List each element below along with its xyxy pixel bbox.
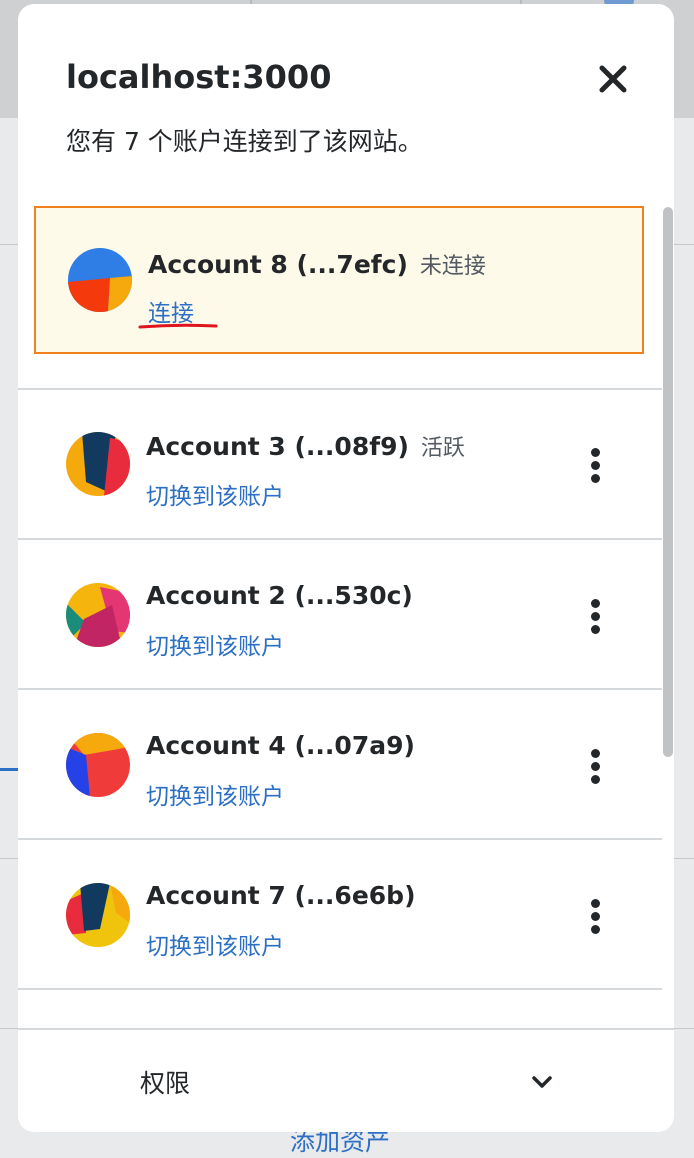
footer-divider (18, 1028, 674, 1030)
account-avatar (66, 583, 130, 647)
account-options-icon[interactable] (583, 448, 607, 488)
modal-title: localhost:3000 (66, 58, 332, 96)
switch-account-link[interactable]: 切换到该账户 (146, 627, 284, 661)
account-name: Account 2 (...530c) (146, 581, 413, 610)
modal-subtitle: 您有 7 个账户连接到了该网站。 (66, 127, 423, 156)
connected-accounts-modal: localhost:3000 您有 7 个账户连接到了该网站。 Account … (18, 4, 674, 1132)
account-name-text: Account 8 (...7efc) (148, 250, 408, 279)
account-status: 未连接 (419, 254, 486, 279)
account-options-icon[interactable] (583, 749, 607, 789)
account-name: Account 4 (...07a9) (146, 731, 415, 760)
chevron-down-icon[interactable] (528, 1068, 556, 1096)
scrollbar-thumb[interactable] (663, 207, 673, 757)
account-avatar (66, 432, 130, 496)
account-name-text: Account 4 (...07a9) (146, 731, 415, 760)
account-options-icon[interactable] (583, 599, 607, 639)
account-avatar (66, 733, 130, 797)
annotation-underline (138, 323, 218, 329)
account-name-text: Account 3 (...08f9) (146, 432, 409, 461)
account-name: Account 8 (...7efc) 未连接 (148, 248, 486, 280)
account-avatar (66, 883, 130, 947)
account-name-text: Account 7 (...6e6b) (146, 881, 416, 910)
account-name-text: Account 2 (...530c) (146, 581, 413, 610)
switch-account-link[interactable]: 切换到该账户 (146, 927, 284, 961)
switch-account-link[interactable]: 切换到该账户 (146, 777, 284, 811)
account-status: 活跃 (420, 436, 465, 461)
account-options-icon[interactable] (583, 899, 607, 939)
account-row (18, 988, 662, 1030)
account-name: Account 3 (...08f9) 活跃 (146, 430, 465, 462)
switch-account-link[interactable]: 切换到该账户 (146, 477, 284, 511)
close-icon[interactable] (596, 62, 630, 96)
permissions-label[interactable]: 权限 (140, 1064, 190, 1100)
account-name: Account 7 (...6e6b) (146, 881, 416, 910)
account-avatar (68, 248, 132, 312)
background-active-tab-indicator (0, 768, 20, 771)
